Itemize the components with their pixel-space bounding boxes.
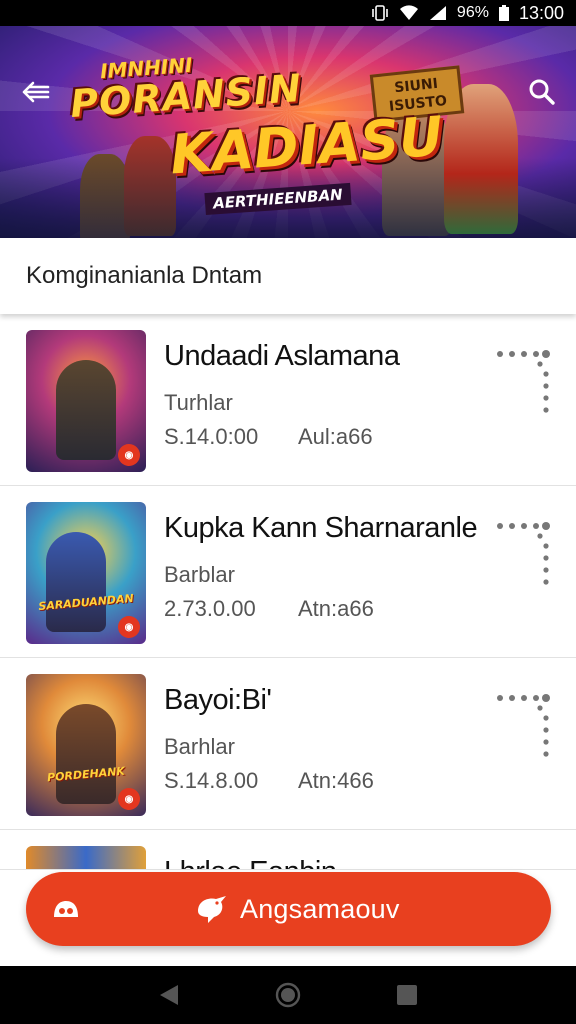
game-thumbnail: PORDEHANK ◉: [26, 674, 146, 816]
thumbnail-character: [46, 532, 106, 632]
battery-percent: 96%: [456, 4, 489, 21]
item-size: 2.73.0.00: [164, 596, 256, 621]
list-item[interactable]: SARADUANDAN ◉ Kupka Kann Sharnaranle Bar…: [0, 486, 576, 658]
item-title: Lhrlae Eanbin: [164, 856, 337, 869]
section-title: Komginanianla Dntam: [26, 262, 263, 289]
game-thumbnail: ◉: [26, 330, 146, 472]
thumbnail-character: [56, 704, 116, 804]
nav-home-button[interactable]: [270, 977, 306, 1013]
nav-back-button[interactable]: [151, 977, 187, 1013]
list-item[interactable]: PORDEHANK ◉ Bayoi:Bi' Barhlar S.14.8.00 …: [0, 658, 576, 830]
item-date: Aul:a66: [298, 424, 373, 449]
hero-banner: SIUNI ISUSTO IMNHINI PORANSIN KADIASU AE…: [0, 26, 576, 238]
game-thumbnail: SARADUANDAN ◉: [26, 502, 146, 644]
system-nav-bar: [0, 966, 576, 1024]
item-subtitle: Barblar: [164, 562, 235, 587]
thumbnail-character: [56, 360, 116, 460]
item-size: S.14.8.00: [164, 768, 259, 793]
banner-character-left: [80, 154, 130, 238]
nav-recents-icon: [396, 985, 417, 1005]
status-bar: 96% 13:00: [0, 0, 576, 26]
action-content: Angsamaouv: [194, 872, 400, 946]
list-item[interactable]: ◉ Undaadi Aslamana Turhlar S.14.0:00 Aul…: [0, 314, 576, 486]
list-item[interactable]: Lhrlae Eanbin: [0, 830, 576, 870]
game-badge-icon: ◉: [118, 444, 140, 466]
more-options-icon[interactable]: [494, 692, 554, 764]
battery-icon: [498, 5, 509, 21]
controller-icon: [54, 901, 78, 917]
item-title: Undaadi Aslamana: [164, 340, 400, 372]
signal-icon: [429, 5, 447, 21]
back-arrow-icon: [22, 81, 50, 103]
item-subtitle: Turhlar: [164, 390, 233, 415]
item-subtitle: Barhlar: [164, 734, 235, 759]
wifi-icon: [399, 5, 419, 21]
search-button[interactable]: [524, 74, 560, 110]
back-button[interactable]: [18, 74, 54, 110]
more-options-icon[interactable]: [494, 348, 554, 420]
nav-recents-button[interactable]: [389, 977, 425, 1013]
banner-character-left2: [124, 136, 176, 236]
game-thumbnail: [26, 846, 146, 869]
item-title: Bayoi:Bi': [164, 684, 272, 716]
primary-action-button[interactable]: Angsamaouv: [26, 872, 551, 946]
nav-back-icon: [160, 985, 179, 1005]
item-date: Atn:a66: [298, 596, 374, 621]
game-list: ◉ Undaadi Aslamana Turhlar S.14.0:00 Aul…: [0, 314, 576, 870]
vibrate-icon: [371, 5, 389, 21]
search-icon: [529, 79, 555, 105]
game-badge-icon: ◉: [118, 788, 140, 810]
item-size: S.14.0:00: [164, 424, 259, 449]
action-label: Angsamaouv: [240, 893, 400, 924]
section-header: Komginanianla Dntam: [0, 238, 576, 314]
item-title: Kupka Kann Sharnaranle: [164, 512, 478, 544]
more-options-icon[interactable]: [494, 520, 554, 592]
game-badge-icon: ◉: [118, 616, 140, 638]
bird-icon: [198, 896, 226, 923]
item-date: Atn:466: [298, 768, 374, 793]
nav-home-icon: [275, 982, 301, 1008]
status-time: 13:00: [518, 2, 564, 23]
